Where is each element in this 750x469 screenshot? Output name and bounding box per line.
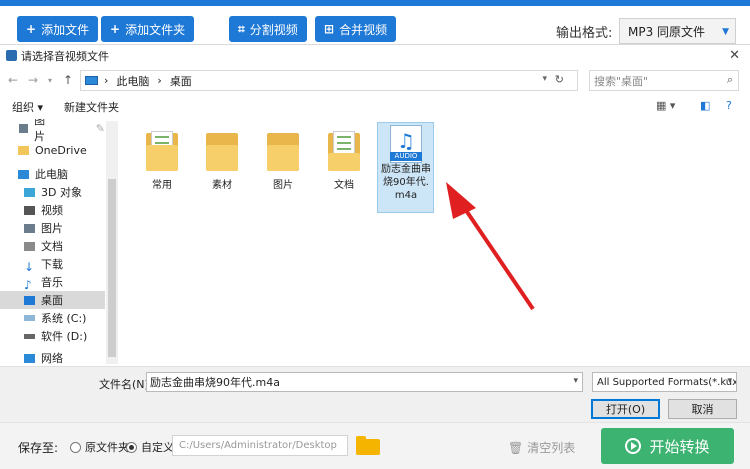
radio-button [126, 441, 137, 453]
clear-list-button[interactable]: 🗑 清空列表 [508, 439, 575, 456]
app-footer: 保存至: 原文件夹 自定义 C:/Users/Administrator/Des… [0, 422, 750, 469]
trash-icon: 🗑 [508, 440, 524, 455]
output-path-input[interactable]: C:/Users/Administrator/Desktop [172, 435, 348, 456]
start-convert-button[interactable]: 开始转换 [601, 428, 734, 464]
annotation-arrow [446, 182, 535, 311]
play-icon [625, 438, 642, 454]
radio-custom-folder[interactable]: 自定义 [126, 439, 174, 455]
save-to-label: 保存至: [18, 441, 59, 455]
radio-button [70, 441, 81, 453]
radio-original-folder[interactable]: 原文件夹 [70, 439, 129, 455]
browse-folder-icon[interactable] [356, 436, 380, 455]
